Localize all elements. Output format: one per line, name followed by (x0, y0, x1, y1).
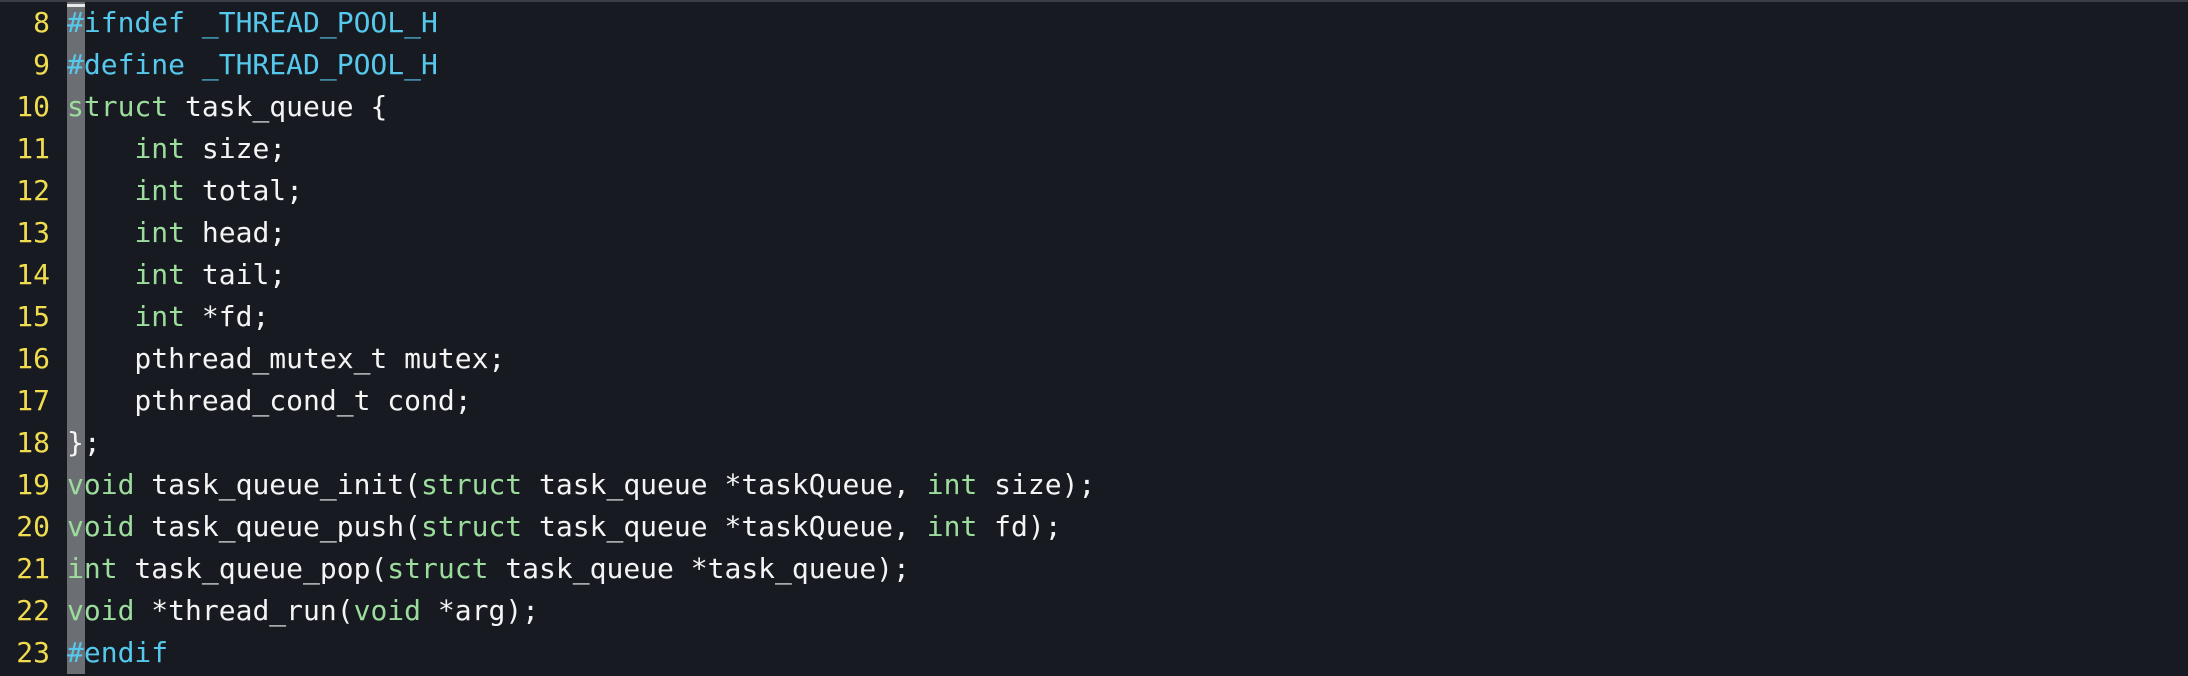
keyword-token: void (67, 594, 135, 627)
code-line[interactable]: 22 void *thread_run(void *arg); (0, 590, 2188, 632)
code-text[interactable]: int *fd; (67, 296, 269, 338)
line-number: 21 (16, 552, 50, 585)
code-line[interactable]: 18}; (0, 422, 2188, 464)
line-number: 13 (16, 216, 50, 249)
code-text[interactable]: void *thread_run(void *arg); (67, 590, 539, 632)
code-line[interactable]: 13 int head; (0, 212, 2188, 254)
line-number: 15 (16, 300, 50, 333)
line-number: 9 (33, 48, 50, 81)
code-line[interactable]: 16 pthread_mutex_t mutex; (0, 338, 2188, 380)
line-number: 22 (16, 594, 50, 627)
keyword-token: int (926, 510, 978, 543)
code-token: size); (977, 468, 1096, 501)
code-line[interactable]: 9 #define _THREAD_POOL_H (0, 44, 2188, 86)
code-line[interactable]: 10 struct task_queue { (0, 86, 2188, 128)
code-text[interactable]: void task_queue_push(struct task_queue *… (67, 506, 1062, 548)
code-text[interactable]: #endif (67, 632, 168, 674)
code-token: head; (185, 216, 287, 249)
code-text[interactable]: #ifndef _THREAD_POOL_H (67, 2, 438, 44)
code-token: task_queue { (168, 90, 388, 123)
code-token: task_queue_init( (134, 468, 422, 501)
code-line[interactable]: 17 pthread_cond_t cond; (0, 380, 2188, 422)
code-token: task_queue_push( (134, 510, 422, 543)
code-line[interactable]: 15 int *fd; (0, 296, 2188, 338)
code-text[interactable]: #define _THREAD_POOL_H (67, 44, 438, 86)
keyword-token: int (134, 216, 186, 249)
code-token: task_queue *taskQueue, (522, 468, 927, 501)
line-number: 19 (16, 468, 50, 501)
code-line[interactable]: 21 int task_queue_pop(struct task_queue *… (0, 548, 2188, 590)
keyword-token: void (67, 468, 135, 501)
line-number: 10 (16, 90, 50, 123)
code-line[interactable]: 11 int size; (0, 128, 2188, 170)
line-number: 11 (16, 132, 50, 165)
code-text[interactable]: int task_queue_pop(struct task_queue *ta… (67, 548, 910, 590)
code-token: fd); (977, 510, 1062, 543)
code-line[interactable]: 14 int tail; (0, 254, 2188, 296)
line-number: 16 (16, 342, 50, 375)
line-number: 8 (33, 6, 50, 39)
code-editor[interactable]: 8 #ifndef _THREAD_POOL_H 9 #define _THREAD_… (0, 0, 2188, 676)
keyword-token: int (134, 174, 186, 207)
keyword-token: struct (421, 468, 523, 501)
text-cursor (67, 4, 85, 7)
keyword-token: struct (67, 90, 169, 123)
keyword-token: void (67, 510, 135, 543)
code-token: task_queue *taskQueue, (522, 510, 927, 543)
line-number: 17 (16, 384, 50, 417)
line-number: 20 (16, 510, 50, 543)
code-token: *thread_run( (134, 594, 354, 627)
keyword-token: struct (421, 510, 523, 543)
code-line[interactable]: 8 #ifndef _THREAD_POOL_H (0, 2, 2188, 44)
code-line[interactable]: 20 void task_queue_push(struct task_queue… (0, 506, 2188, 548)
code-text[interactable]: pthread_mutex_t mutex; (67, 338, 505, 380)
code-line[interactable]: 19 void task_queue_init(struct task_queue… (0, 464, 2188, 506)
preprocessor-token: #endif (67, 636, 169, 669)
code-token: }; (67, 426, 101, 459)
code-token: *arg); (421, 594, 540, 627)
code-token: task_queue *task_queue); (488, 552, 910, 585)
line-number: 23 (16, 636, 50, 669)
keyword-token: int (134, 132, 186, 165)
code-text[interactable]: int head; (67, 212, 286, 254)
code-text[interactable]: int total; (67, 170, 303, 212)
keyword-token: int (67, 552, 118, 585)
preprocessor-token: #ifndef _THREAD_POOL_H (67, 6, 438, 39)
code-token: pthread_mutex_t mutex; (67, 342, 506, 375)
code-token: pthread_cond_t cond; (67, 384, 472, 417)
keyword-token: void (353, 594, 422, 627)
line-number: 18 (16, 426, 50, 459)
code-token: size; (185, 132, 287, 165)
code-text[interactable]: int tail; (67, 254, 286, 296)
code-text[interactable]: void task_queue_init(struct task_queue *… (67, 464, 1095, 506)
code-line[interactable]: 12 int total; (0, 170, 2188, 212)
keyword-token: int (926, 468, 978, 501)
code-text[interactable]: }; (67, 422, 101, 464)
code-text[interactable]: pthread_cond_t cond; (67, 380, 472, 422)
line-number: 14 (16, 258, 50, 291)
code-line[interactable]: 23 #endif (0, 632, 2188, 674)
line-number: 12 (16, 174, 50, 207)
code-token: tail; (185, 258, 287, 291)
code-token: total; (185, 174, 304, 207)
code-token: *fd; (185, 300, 270, 333)
keyword-token: int (134, 300, 186, 333)
keyword-token: int (134, 258, 186, 291)
keyword-token: struct (387, 552, 489, 585)
preprocessor-token: #define _THREAD_POOL_H (67, 48, 438, 81)
code-text[interactable]: struct task_queue { (67, 86, 387, 128)
code-text[interactable]: int size; (67, 128, 286, 170)
code-token: task_queue_pop( (117, 552, 388, 585)
